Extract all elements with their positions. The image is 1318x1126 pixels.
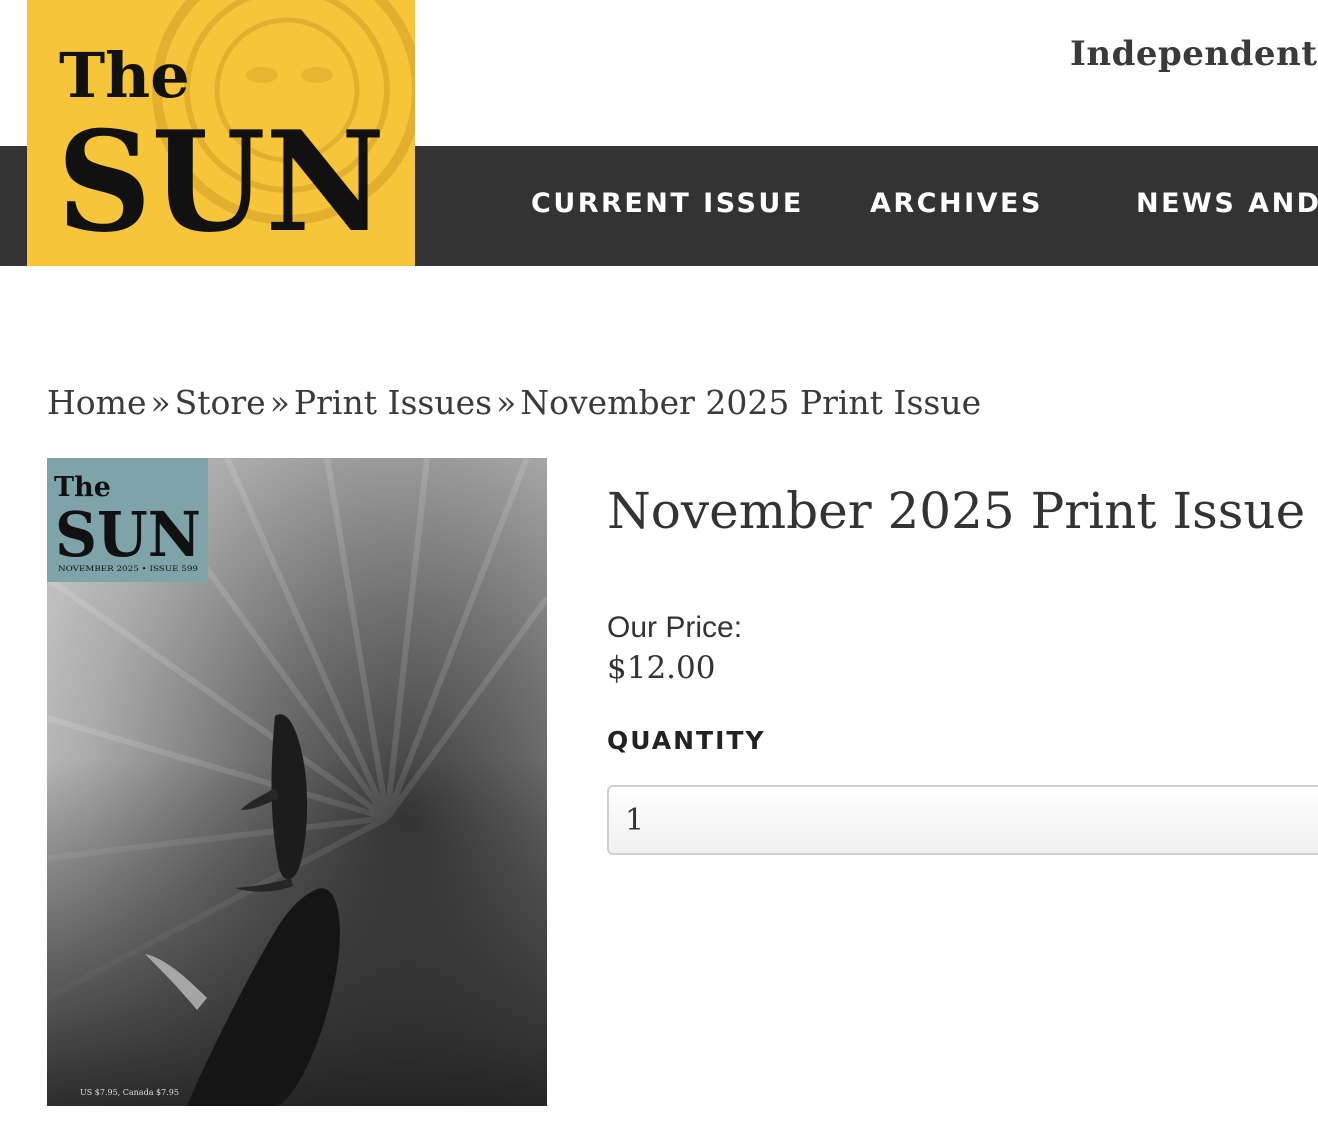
price-value: $12.00 <box>607 650 716 686</box>
cover-price-line: US $7.95, Canada $7.95 <box>80 1088 179 1097</box>
breadcrumb-home[interactable]: Home <box>47 383 146 422</box>
quantity-label: QUANTITY <box>607 726 766 755</box>
logo-sun-text: SUN <box>57 100 385 263</box>
product-title: November 2025 Print Issue <box>607 482 1306 540</box>
breadcrumb-store[interactable]: Store <box>175 383 266 422</box>
price-label: Our Price: <box>607 611 743 644</box>
nav-current-issue[interactable]: CURRENT ISSUE <box>531 188 804 219</box>
site-tagline: Independent, <box>1070 34 1318 74</box>
quantity-input[interactable] <box>607 785 1318 855</box>
sun-emblem-icon: The SUN <box>57 0 415 263</box>
breadcrumb-print-issues[interactable]: Print Issues <box>294 383 492 422</box>
product-cover-image[interactable]: The SUN NOVEMBER 2025 • ISSUE 599 US $7.… <box>47 458 547 1106</box>
breadcrumb-separator: » <box>269 383 290 422</box>
cover-sun-text: SUN <box>55 498 201 571</box>
nav-news-and[interactable]: NEWS AND <box>1136 188 1318 219</box>
breadcrumb: Home» Store» Print Issues» November 2025 Pr… <box>47 383 981 422</box>
cover-issue-line: NOVEMBER 2025 • ISSUE 599 <box>58 564 198 573</box>
site-logo[interactable]: The SUN <box>27 0 415 266</box>
breadcrumb-current: November 2025 Print Issue <box>520 383 982 422</box>
breadcrumb-separator: » <box>496 383 517 422</box>
nav-archives[interactable]: ARCHIVES <box>870 188 1043 219</box>
breadcrumb-separator: » <box>150 383 171 422</box>
